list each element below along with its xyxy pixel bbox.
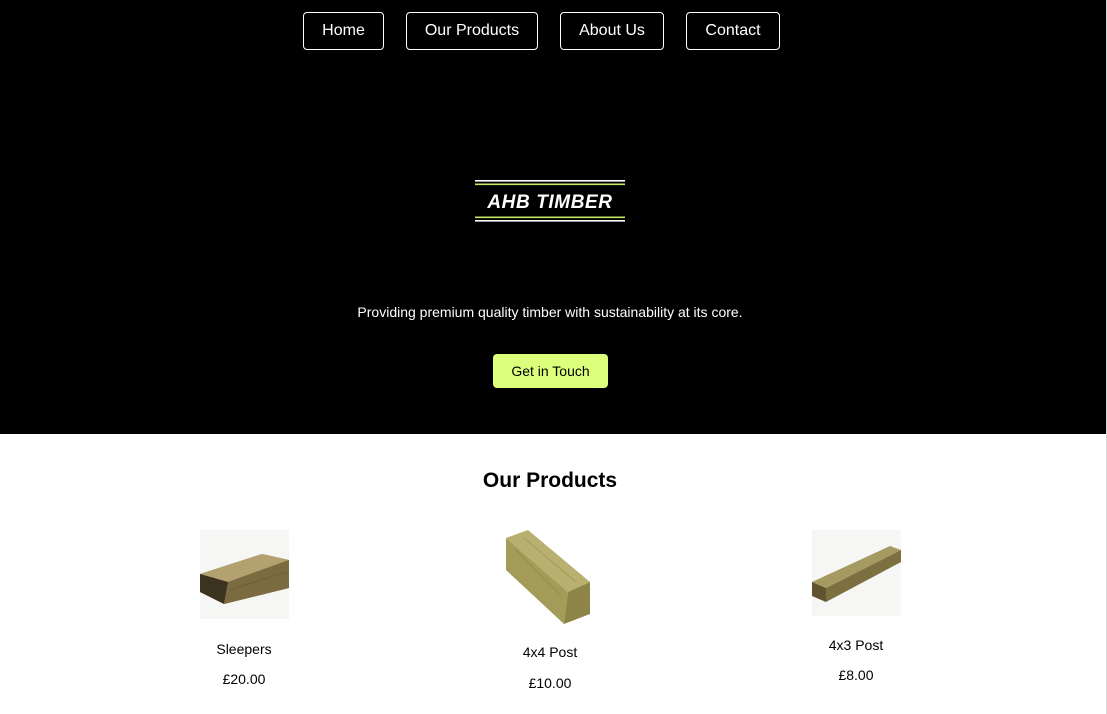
- sleepers-image: [199, 530, 289, 619]
- get-in-touch-button[interactable]: Get in Touch: [493, 354, 608, 388]
- products-heading: Our Products: [482, 469, 618, 492]
- product-name: Sleepers: [216, 641, 272, 657]
- nav-home-button[interactable]: Home: [303, 12, 384, 50]
- main-nav: Home Our Products About Us Contact: [0, 12, 1106, 50]
- hero-tagline: Providing premium quality timber with su…: [357, 304, 743, 320]
- nav-about-us-button[interactable]: About Us: [560, 12, 664, 50]
- product-name: 4x4 Post: [522, 644, 578, 660]
- ahb-timber-logo: AHB TIMBER: [475, 180, 625, 222]
- 4x4-post-image: [505, 530, 590, 624]
- hero-section: Home Our Products About Us Contact AHB T…: [0, 0, 1106, 434]
- logo-wordmark: AHB TIMBER: [486, 192, 612, 213]
- product-price: £20.00: [222, 671, 266, 687]
- nav-contact-button[interactable]: Contact: [686, 12, 780, 50]
- product-name: 4x3 Post: [828, 637, 884, 653]
- nav-our-products-button[interactable]: Our Products: [406, 12, 538, 50]
- product-price: £8.00: [838, 667, 874, 683]
- product-price: £10.00: [528, 675, 572, 691]
- product-card-sleepers[interactable]: Sleepers £20.00: [154, 530, 334, 700]
- product-card-4x4-post[interactable]: 4x4 Post £10.00: [460, 530, 640, 700]
- 4x3-post-image: [811, 530, 901, 616]
- product-card-4x3-post[interactable]: 4x3 Post £8.00: [766, 530, 946, 700]
